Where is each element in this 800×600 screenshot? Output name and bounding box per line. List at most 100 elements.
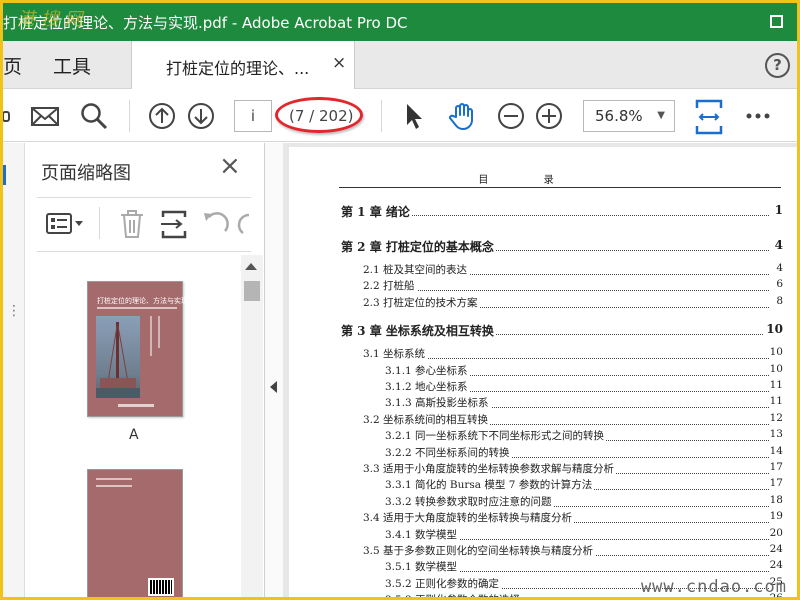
toc-entry-page: 6 [774, 278, 783, 291]
cover-author-text [158, 316, 160, 348]
toc-entry[interactable]: 3.3.1 简化的 Bursa 模型 7 参数的计算方法 17 [289, 477, 783, 493]
toc-entry[interactable]: 3.2 坐标系统间的相互转换 12 [289, 411, 783, 428]
thumbnail-cover-subtitle [97, 307, 177, 309]
drag-handle-icon[interactable]: ⋮ [7, 303, 21, 319]
toc-entry-title: 2.1 桩及其空间的表达 [363, 262, 470, 277]
toc-entry[interactable]: 3.1.3 高斯投影坐标系 11 [289, 395, 783, 411]
toc-entry-title: 第 1 章 绪论 [341, 203, 412, 220]
toc-entry-title: 3.1.2 地心坐标系 [385, 379, 470, 394]
pdf-page: 目 录 第 1 章 绪论 1 第 2 章 打桩定位的基本概念 4 2.1 桩及其空间的表… [289, 147, 797, 597]
tab-close-icon[interactable]: × [332, 53, 346, 73]
divider [37, 251, 251, 252]
zoom-select[interactable]: 56.8% ▼ [583, 100, 675, 132]
cover-author-text [150, 316, 152, 356]
menu-item-tools[interactable]: 工具 [53, 52, 91, 79]
divider [37, 197, 251, 198]
page-number-input[interactable]: i [234, 100, 272, 132]
annotation-circle [275, 97, 363, 133]
page-thumbnail[interactable]: 打桩定位的理论、方法与实现 [87, 281, 188, 417]
toc-entry-page: 10 [767, 346, 783, 359]
toc-entry[interactable]: 3.4 适用于大角度旋转的坐标转换与精度分析 19 [289, 510, 783, 526]
toc-entry-page: 11 [767, 395, 783, 408]
delete-page-icon[interactable] [117, 209, 147, 239]
toc-entry-page: 10 [767, 362, 783, 375]
toc-entry[interactable]: 3.1 坐标系统 10 [289, 346, 783, 362]
select-arrow-icon[interactable] [399, 101, 429, 131]
maximize-button[interactable] [770, 15, 783, 28]
hand-tool-icon[interactable] [447, 101, 477, 131]
toc-entry-page: 20 [767, 526, 783, 539]
tab-label: 打桩定位的理论、... [166, 59, 310, 78]
toc-entry[interactable]: 3.3 适用于小角度旋转的坐标转换参数求解与精度分析 17 [289, 461, 783, 477]
thumbnail-scrollbar[interactable] [241, 255, 263, 597]
toc-entry-page: 13 [767, 428, 783, 441]
toc-entry[interactable]: 2.2 打桩船 6 [289, 278, 783, 294]
toc-entry-title: 2.2 打桩船 [363, 278, 417, 294]
cover-photo [96, 316, 140, 398]
toc-entry-title: 3.4.1 数学模型 [385, 526, 460, 542]
toc-entry-page: 24 [767, 543, 783, 555]
toc-entry-title: 3.5 基于多参数正则化的空间坐标转换与精度分析 [363, 543, 596, 558]
toc-entry-title: 2.3 打桩定位的技术方案 [363, 294, 480, 310]
toc-entry-page: 19 [767, 510, 783, 523]
insert-page-icon[interactable] [159, 209, 189, 239]
more-icon[interactable] [743, 101, 773, 131]
toc-entry[interactable]: 3.1.1 参心坐标系 10 [289, 362, 783, 379]
toc-entry[interactable]: 第 3 章 坐标系统及相互转换 10 [289, 322, 783, 340]
toc-entry-title: 3.2.2 不同坐标系间的转换 [385, 444, 512, 460]
toc-entry-page: 4 [772, 238, 783, 252]
scrollbar-thumb[interactable] [244, 281, 260, 301]
toc-entry-title: 第 3 章 坐标系统及相互转换 [341, 322, 496, 340]
menu-bar: 页 工具 打桩定位的理论、... × ? [3, 41, 797, 89]
toolbar-divider [381, 100, 382, 132]
thumbnail-label: A [129, 427, 139, 443]
toc-entry-page: 1 [772, 203, 783, 217]
undo-icon[interactable] [201, 209, 231, 239]
toc-entry[interactable]: 3.1.2 地心坐标系 11 [289, 379, 783, 395]
toc-entry[interactable]: 3.4.1 数学模型 20 [289, 526, 783, 543]
panel-close-icon[interactable]: × [219, 153, 241, 179]
thumbnail-list: 打桩定位的理论、方法与实现 A [25, 255, 241, 597]
toc-entry[interactable]: 2.3 打桩定位的技术方案 8 [289, 294, 783, 311]
toc-entry-page: 17 [767, 477, 783, 490]
toc-entry-page: 18 [767, 493, 783, 506]
toc-entry[interactable]: 2.1 桩及其空间的表达 4 [289, 262, 783, 278]
toc-entry-page: 12 [767, 411, 783, 424]
toc-entry-page: 4 [774, 262, 783, 274]
toc-entry[interactable]: 第 2 章 打桩定位的基本概念 4 [289, 238, 783, 255]
tab-document[interactable]: 打桩定位的理论、... × [131, 41, 355, 89]
menu-item-home[interactable]: 页 [3, 52, 22, 79]
search-icon[interactable] [79, 101, 109, 131]
thumbnail-cover-title: 打桩定位的理论、方法与实现 [97, 297, 188, 305]
collapse-arrow-icon[interactable] [270, 381, 277, 393]
toc-entry[interactable]: 3.3.2 转换参数求取时应注意的问题 18 [289, 493, 783, 510]
toc-entry-page: 14 [767, 444, 783, 457]
page-up-icon[interactable] [147, 101, 177, 131]
toc-entry-title: 第 2 章 打桩定位的基本概念 [341, 238, 496, 255]
toc-entry[interactable]: 3.5.1 数学模型 24 [289, 559, 783, 575]
zoom-out-icon[interactable] [496, 101, 526, 131]
page-down-icon[interactable] [186, 101, 216, 131]
thumbnail-options-icon[interactable] [45, 209, 85, 239]
mail-icon[interactable] [30, 101, 60, 131]
zoom-in-icon[interactable] [534, 101, 564, 131]
page-thumbnail[interactable] [87, 469, 183, 597]
toc-entry-title: 3.2.1 同一坐标系统下不同坐标形式之间的转换 [385, 428, 607, 444]
redo-icon[interactable] [237, 209, 251, 239]
chevron-down-icon: ▼ [657, 110, 665, 121]
toolbar-divider [129, 100, 130, 132]
toc-entry[interactable]: 3.2.2 不同坐标系间的转换 14 [289, 444, 783, 461]
toc-entry[interactable]: 3.5 基于多参数正则化的空间坐标转换与精度分析 24 [289, 543, 783, 559]
toolbar-divider [99, 207, 100, 239]
toc-entry-page: 8 [774, 294, 783, 307]
document-view[interactable]: 目 录 第 1 章 绪论 1 第 2 章 打桩定位的基本概念 4 2.1 桩及其空间的表… [283, 143, 797, 597]
toc-entry[interactable]: 第 1 章 绪论 1 [289, 203, 783, 220]
toc-entry-title: 3.5.3 正则化参数个数的选择 [385, 592, 523, 597]
hand-partial-icon[interactable] [3, 101, 19, 131]
scroll-up-icon[interactable] [245, 263, 257, 270]
fit-page-icon[interactable] [693, 98, 725, 136]
help-icon[interactable]: ? [765, 53, 790, 78]
toc-entry[interactable]: 3.2.1 同一坐标系统下不同坐标形式之间的转换 13 [289, 428, 783, 444]
toc-entry-page: 17 [767, 461, 783, 473]
panel-collapse-handle[interactable] [265, 143, 283, 597]
